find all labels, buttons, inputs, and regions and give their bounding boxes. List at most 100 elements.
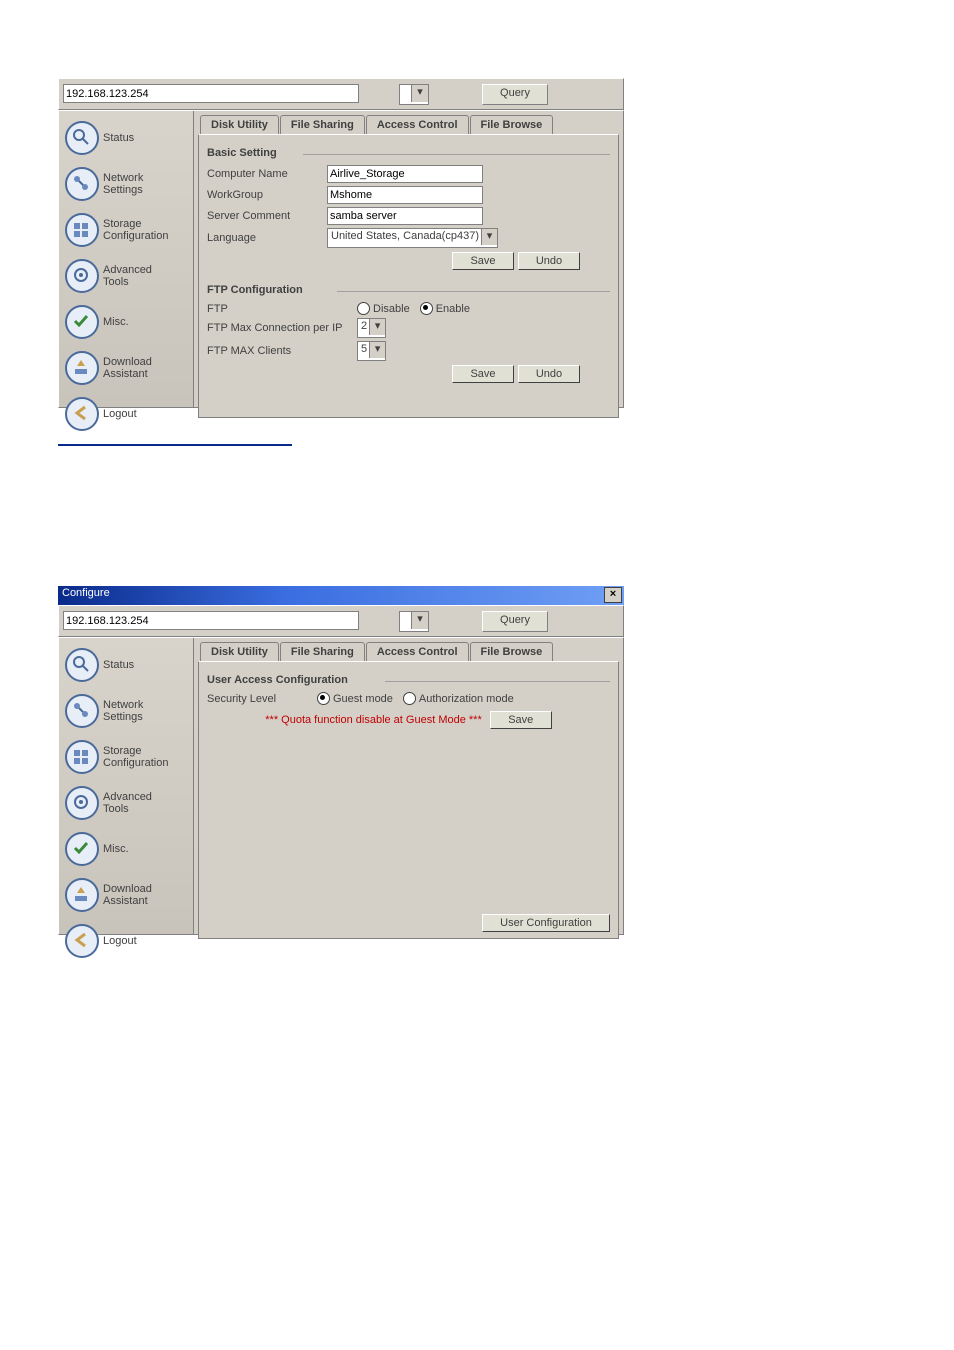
- address-input[interactable]: [63, 84, 359, 103]
- chevron-down-icon: ▾: [411, 85, 428, 102]
- workgroup-input[interactable]: [327, 186, 483, 204]
- ftp-label: FTP: [207, 303, 357, 315]
- sidebar-item-label: Advanced Tools: [103, 791, 152, 815]
- window-titlebar: Configure ×: [58, 586, 624, 605]
- content-pane: Disk Utility File Sharing Access Control…: [194, 111, 623, 407]
- sidebar-item-logout[interactable]: Logout: [65, 924, 193, 958]
- ftp-maxperip-label: FTP Max Connection per IP: [207, 322, 357, 334]
- chevron-down-icon: ▾: [411, 612, 428, 629]
- radio-icon: [420, 302, 433, 315]
- tab-access-control[interactable]: Access Control: [366, 115, 469, 134]
- sidebar-item-storage[interactable]: Storage Configuration: [65, 213, 193, 247]
- sidebar-item-misc[interactable]: Misc.: [65, 832, 193, 866]
- tab-access-control[interactable]: Access Control: [366, 642, 469, 661]
- chevron-down-icon: ▾: [481, 229, 497, 245]
- user-configuration-button[interactable]: User Configuration: [482, 914, 610, 932]
- tab-file-browse[interactable]: File Browse: [470, 642, 554, 661]
- tab-file-sharing[interactable]: File Sharing: [280, 642, 365, 661]
- tab-file-browse[interactable]: File Browse: [470, 115, 554, 134]
- group-ftp-config: FTP Configuration: [207, 284, 610, 296]
- address-input[interactable]: [63, 611, 359, 630]
- quota-warning: *** Quota function disable at Guest Mode…: [265, 714, 481, 726]
- sidebar-item-label: Status: [103, 659, 134, 671]
- language-select[interactable]: United States, Canada(cp437)▾: [327, 228, 498, 248]
- tab-disk-utility[interactable]: Disk Utility: [200, 115, 279, 134]
- sidebar: Status Network Settings Storage Configur…: [59, 111, 194, 407]
- sidebar-item-logout[interactable]: Logout: [65, 397, 193, 431]
- sidebar-item-status[interactable]: Status: [65, 121, 193, 155]
- tabs: Disk Utility File Sharing Access Control…: [200, 642, 623, 661]
- group-basic-setting: Basic Setting: [207, 147, 610, 159]
- server-comment-label: Server Comment: [207, 210, 327, 222]
- tab-disk-utility[interactable]: Disk Utility: [200, 642, 279, 661]
- sidebar-item-advanced[interactable]: Advanced Tools: [65, 786, 193, 820]
- sidebar-item-misc[interactable]: Misc.: [65, 305, 193, 339]
- address-bar: ▾ Query: [58, 78, 624, 110]
- auth-mode-radio[interactable]: Authorization mode: [403, 692, 514, 705]
- check-icon: [65, 305, 99, 339]
- gear-icon: [65, 259, 99, 293]
- sidebar-item-advanced[interactable]: Advanced Tools: [65, 259, 193, 293]
- computer-name-label: Computer Name: [207, 168, 327, 180]
- address-bar: ▾ Query: [58, 605, 624, 637]
- group-user-access: User Access Configuration: [207, 674, 610, 686]
- chevron-down-icon: ▾: [369, 342, 385, 358]
- window-title: Configure: [62, 587, 110, 599]
- save-button[interactable]: Save: [490, 711, 552, 729]
- radio-icon: [403, 692, 416, 705]
- language-label: Language: [207, 232, 327, 244]
- sidebar-item-label: Misc.: [103, 316, 129, 328]
- content-pane: Disk Utility File Sharing Access Control…: [194, 638, 623, 934]
- screenshot-file-sharing: ▾ Query Status Network Settings Storage …: [58, 78, 624, 408]
- sidebar-item-network[interactable]: Network Settings: [65, 167, 193, 201]
- chevron-down-icon: ▾: [369, 319, 385, 335]
- sidebar-item-label: Network Settings: [103, 699, 143, 723]
- gear-icon: [65, 786, 99, 820]
- ftp-disable-radio[interactable]: Disable: [357, 302, 410, 315]
- ftp-maxperip-select[interactable]: 2▾: [357, 318, 386, 338]
- server-comment-input[interactable]: [327, 207, 483, 225]
- security-level-label: Security Level: [207, 693, 317, 705]
- storage-icon: [65, 740, 99, 774]
- query-button[interactable]: Query: [482, 611, 548, 632]
- sidebar-item-label: Download Assistant: [103, 883, 152, 907]
- save-button[interactable]: Save: [452, 365, 514, 383]
- divider: [58, 444, 292, 446]
- sidebar-item-status[interactable]: Status: [65, 648, 193, 682]
- sidebar-item-label: Storage Configuration: [103, 745, 168, 769]
- save-button[interactable]: Save: [452, 252, 514, 270]
- storage-icon: [65, 213, 99, 247]
- sidebar-item-storage[interactable]: Storage Configuration: [65, 740, 193, 774]
- sidebar-item-label: Network Settings: [103, 172, 143, 196]
- network-icon: [65, 694, 99, 728]
- language-value: United States, Canada(cp437): [328, 229, 497, 243]
- radio-icon: [317, 692, 330, 705]
- check-icon: [65, 832, 99, 866]
- logout-icon: [65, 397, 99, 431]
- ftp-maxclients-select[interactable]: 5▾: [357, 341, 386, 361]
- tabs: Disk Utility File Sharing Access Control…: [200, 115, 623, 134]
- sidebar: Status Network Settings Storage Configur…: [59, 638, 194, 934]
- ftp-enable-radio[interactable]: Enable: [420, 302, 470, 315]
- sidebar-item-label: Logout: [103, 935, 137, 947]
- sidebar-item-download[interactable]: Download Assistant: [65, 878, 193, 912]
- workgroup-label: WorkGroup: [207, 189, 327, 201]
- magnifier-icon: [65, 121, 99, 155]
- network-icon: [65, 167, 99, 201]
- computer-name-input[interactable]: [327, 165, 483, 183]
- radio-icon: [357, 302, 370, 315]
- tab-file-sharing[interactable]: File Sharing: [280, 115, 365, 134]
- close-button[interactable]: ×: [604, 587, 622, 603]
- sidebar-item-label: Storage Configuration: [103, 218, 168, 242]
- screenshot-access-control: Configure × ▾ Query Status Network Setti…: [58, 586, 624, 935]
- undo-button[interactable]: Undo: [518, 365, 580, 383]
- sidebar-item-download[interactable]: Download Assistant: [65, 351, 193, 385]
- address-dropdown[interactable]: ▾: [399, 84, 429, 105]
- address-dropdown[interactable]: ▾: [399, 611, 429, 632]
- sidebar-item-label: Logout: [103, 408, 137, 420]
- query-button[interactable]: Query: [482, 84, 548, 105]
- sidebar-item-network[interactable]: Network Settings: [65, 694, 193, 728]
- guest-mode-radio[interactable]: Guest mode: [317, 692, 393, 705]
- undo-button[interactable]: Undo: [518, 252, 580, 270]
- magnifier-icon: [65, 648, 99, 682]
